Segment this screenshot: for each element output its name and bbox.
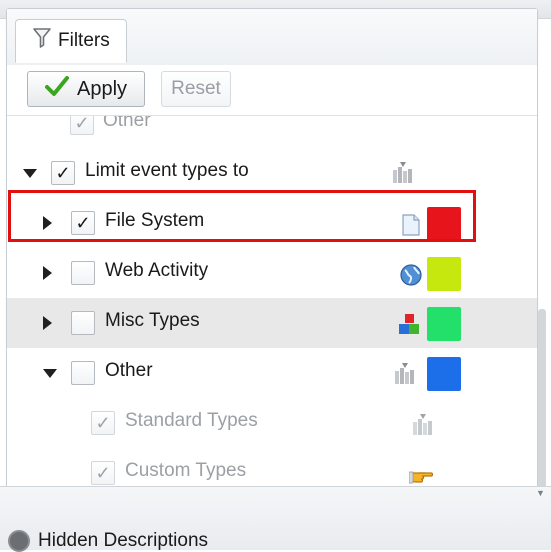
list-item-label: Other [103,116,151,131]
color-swatch-file-system[interactable] [427,207,461,241]
tab-strip: Filters [7,9,537,66]
expand-toggle-icon[interactable] [43,369,57,378]
list-item-label: Web Activity [105,260,209,281]
list-item-web-activity: Web Activity [7,248,537,298]
reset-button-label: Reset [171,78,221,99]
event-types-icon [393,362,417,386]
color-swatch-misc-types[interactable] [427,307,461,341]
list-item-label: File System [105,210,205,231]
checkbox-misc-types[interactable] [71,311,95,335]
list-item-label: Custom Types [125,460,247,481]
checkmark-icon [44,75,69,103]
apply-button-label: Apply [76,77,128,100]
list-item-standard-types: ✓ Standard Types [7,398,537,448]
checkbox-custom-types[interactable]: ✓ [91,461,115,485]
color-swatch-other[interactable] [427,357,461,391]
list-item-misc-types: Misc Types [7,298,537,348]
list-item-label: Standard Types [125,410,258,431]
list-item-label: Limit event types to [85,160,249,181]
checkbox-file-system[interactable]: ✓ [71,211,95,235]
list-item-label: Other [105,360,153,381]
scrollbar-thumb[interactable] [538,309,546,489]
filter-toolbar: Apply Reset [7,65,537,116]
expand-toggle-icon[interactable] [23,169,37,178]
color-swatch-web-activity[interactable] [427,257,461,291]
tab-filters[interactable]: Filters [15,19,127,63]
apply-button[interactable]: Apply [27,71,145,107]
expand-toggle-icon[interactable] [43,316,52,330]
document-icon [399,213,423,237]
list-item-limit-event-types: ✓ Limit event types to [7,148,537,198]
expand-toggle-icon[interactable] [43,216,52,230]
list-item-file-system: ✓ File System [7,198,537,248]
checkbox-other-top[interactable]: ✓ [70,116,94,135]
event-type-list: ✓ Other ✓ Limit event types to ✓ File Sy… [7,116,537,492]
checkbox-standard-types[interactable]: ✓ [91,411,115,435]
event-types-icon [411,413,435,437]
filter-funnel-icon [32,27,52,55]
expand-toggle-icon[interactable] [43,266,52,280]
checkbox-other[interactable] [71,361,95,385]
reset-button[interactable]: Reset [161,71,231,107]
tab-filters-label: Filters [58,30,110,51]
event-types-icon [391,161,415,185]
blocks-icon [397,312,421,336]
checkbox-limit-event-types[interactable]: ✓ [51,161,75,185]
globe-icon [399,263,423,287]
filters-panel: Filters Apply Reset ✓ Other ✓ Limit even… [6,8,546,530]
scroll-down-arrow-icon[interactable]: ▼ [536,488,545,498]
list-item-label: Misc Types [105,310,200,331]
checkbox-web-activity[interactable] [71,261,95,285]
list-item-other: Other [7,348,537,398]
pointing-hand-icon [408,463,434,487]
list-item-other-top: ✓ Other [7,116,537,148]
